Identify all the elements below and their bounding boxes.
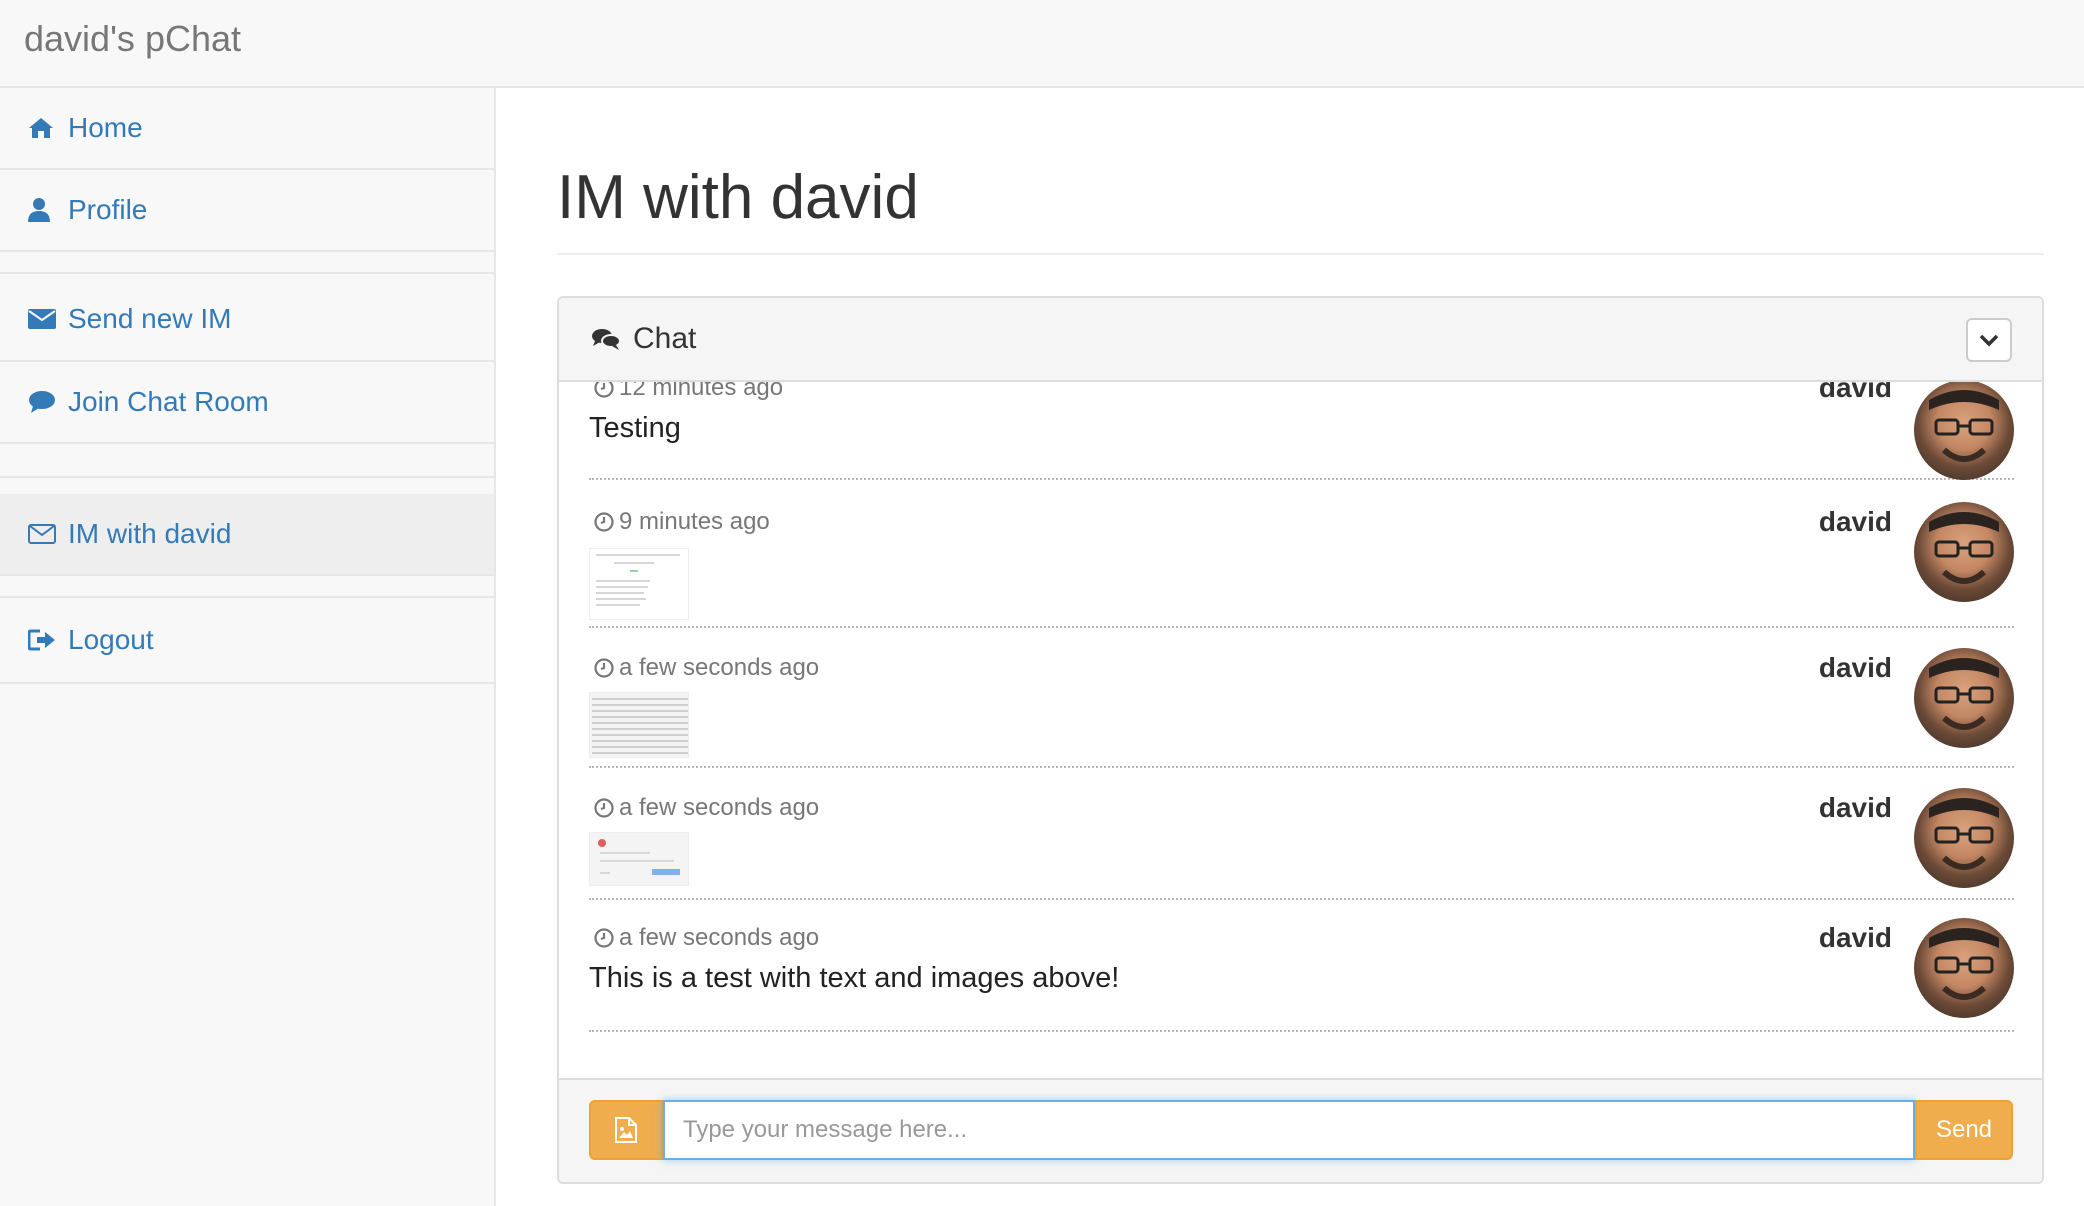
message-timestamp: a few seconds ago <box>593 924 819 952</box>
message-author: david <box>1818 792 1892 823</box>
chevron-down-icon <box>1979 334 1999 347</box>
collapse-button[interactable] <box>1966 318 2012 362</box>
message-text: Testing <box>589 412 681 444</box>
sidebar-item-join-chat-room[interactable]: Join Chat Room <box>0 362 494 444</box>
send-button[interactable]: Send <box>1915 1100 2013 1160</box>
clock-icon <box>594 658 614 678</box>
image-thumbnail[interactable] <box>589 832 689 886</box>
message-item: 9 minutes ago david <box>589 482 2014 628</box>
clock-icon <box>594 512 614 532</box>
chat-panel: Chat 12 minutes ago david Testing 9 minu… <box>557 296 2044 1184</box>
image-file-icon <box>615 1117 637 1143</box>
user-icon <box>28 198 68 222</box>
message-item: 12 minutes ago david Testing <box>589 382 2014 480</box>
avatar <box>1914 648 2014 748</box>
message-author: david <box>1818 506 1892 537</box>
image-thumbnail[interactable] <box>589 548 689 620</box>
envelope-icon <box>28 309 68 329</box>
sidebar-item-home[interactable]: Home <box>0 88 494 170</box>
avatar <box>1914 918 2014 1018</box>
comment-icon <box>28 390 68 414</box>
message-timestamp: a few seconds ago <box>593 794 819 822</box>
image-thumbnail[interactable] <box>589 692 689 758</box>
home-icon <box>28 117 68 139</box>
sidebar-item-send-new-im[interactable]: Send new IM <box>0 274 494 362</box>
page-title: IM with david <box>557 163 919 232</box>
message-item: a few seconds ago david <box>589 628 2014 768</box>
envelope-outline-icon <box>28 524 68 544</box>
message-author: david <box>1818 922 1892 953</box>
sidebar-item-label: Join Chat Room <box>68 386 269 417</box>
avatar <box>1914 382 2014 480</box>
message-timestamp: 9 minutes ago <box>593 508 770 536</box>
sidebar-item-label: Profile <box>68 194 148 225</box>
message-text: This is a test with text and images abov… <box>589 962 1120 994</box>
app-brand[interactable]: david's pChat <box>24 18 241 60</box>
message-author: david <box>1818 382 1892 403</box>
upload-image-button[interactable] <box>589 1100 663 1160</box>
sidebar-item-label: Logout <box>68 624 154 655</box>
sidebar-item-im-with-david[interactable]: IM with david <box>0 494 494 576</box>
message-item: a few seconds ago david This is a test w… <box>589 900 2014 1032</box>
comments-icon <box>592 329 621 350</box>
title-divider <box>557 253 2044 255</box>
panel-footer: Send <box>559 1078 2042 1182</box>
avatar <box>1914 502 2014 602</box>
logout-icon <box>28 629 68 651</box>
message-timestamp: 12 minutes ago <box>593 382 783 402</box>
sidebar-item-profile[interactable]: Profile <box>0 170 494 252</box>
clock-icon <box>594 798 614 818</box>
sidebar-item-label: IM with david <box>68 518 232 549</box>
sidebar-nav: Home Profile Send new IM Join Chat Room … <box>0 88 496 1206</box>
panel-title: Chat <box>591 322 696 356</box>
sidebar-item-label: Send new IM <box>68 303 232 334</box>
message-author: david <box>1818 652 1892 683</box>
nav-divider <box>0 476 494 478</box>
sidebar-item-logout[interactable]: Logout <box>0 598 494 684</box>
message-item: a few seconds ago david <box>589 768 2014 900</box>
clock-icon <box>594 382 614 398</box>
top-navbar: david's pChat <box>0 0 2084 88</box>
message-list[interactable]: 12 minutes ago david Testing 9 minutes a… <box>559 382 2042 1078</box>
sidebar-item-label: Home <box>68 112 143 143</box>
message-timestamp: a few seconds ago <box>593 654 819 682</box>
message-input[interactable] <box>663 1100 1915 1160</box>
panel-title-text: Chat <box>633 322 697 355</box>
avatar <box>1914 788 2014 888</box>
panel-heading: Chat <box>559 298 2042 382</box>
clock-icon <box>594 928 614 948</box>
